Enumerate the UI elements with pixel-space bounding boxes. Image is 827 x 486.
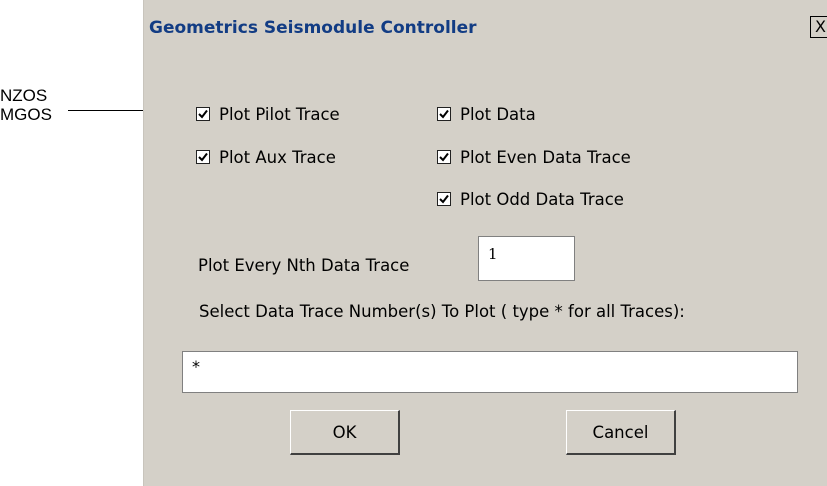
close-icon: X (815, 17, 826, 36)
plot-odd-data-trace-label: Plot Odd Data Trace (460, 189, 624, 209)
dialog-window: Geometrics Seismodule Controller X Plot … (143, 0, 827, 486)
checkbox-check-icon[interactable] (437, 192, 451, 206)
annotation-line-1: NZOS (0, 86, 48, 105)
ok-button-label: OK (332, 422, 357, 442)
title-bar[interactable]: Geometrics Seismodule Controller X (144, 0, 827, 60)
plot-aux-trace-label: Plot Aux Trace (219, 147, 336, 167)
plot-even-data-trace-label: Plot Even Data Trace (460, 147, 631, 167)
nth-data-trace-input[interactable]: 1 (478, 236, 575, 281)
close-button[interactable]: X (810, 16, 827, 38)
annotation-label: NZOS MGOS (0, 86, 52, 124)
plot-aux-trace-checkbox[interactable]: Plot Aux Trace (196, 146, 336, 168)
cancel-button-label: Cancel (592, 422, 649, 442)
plot-even-data-trace-checkbox[interactable]: Plot Even Data Trace (437, 146, 631, 168)
trace-number-input[interactable]: * (182, 351, 798, 393)
plot-data-checkbox[interactable]: Plot Data (437, 103, 536, 125)
annotation-line-2: MGOS (0, 105, 52, 124)
plot-pilot-trace-checkbox[interactable]: Plot Pilot Trace (196, 103, 340, 125)
checkbox-check-icon[interactable] (437, 107, 451, 121)
window-title: Geometrics Seismodule Controller (149, 18, 477, 38)
checkbox-check-icon[interactable] (437, 150, 451, 164)
ok-button[interactable]: OK (290, 410, 400, 455)
checkbox-check-icon[interactable] (196, 150, 210, 164)
checkbox-check-icon[interactable] (196, 107, 210, 121)
trace-select-label: Select Data Trace Number(s) To Plot ( ty… (199, 302, 685, 321)
plot-data-label: Plot Data (460, 104, 536, 124)
plot-odd-data-trace-checkbox[interactable]: Plot Odd Data Trace (437, 188, 624, 210)
nth-data-trace-label: Plot Every Nth Data Trace (198, 256, 410, 275)
plot-pilot-trace-label: Plot Pilot Trace (219, 104, 340, 124)
cancel-button[interactable]: Cancel (566, 410, 676, 455)
